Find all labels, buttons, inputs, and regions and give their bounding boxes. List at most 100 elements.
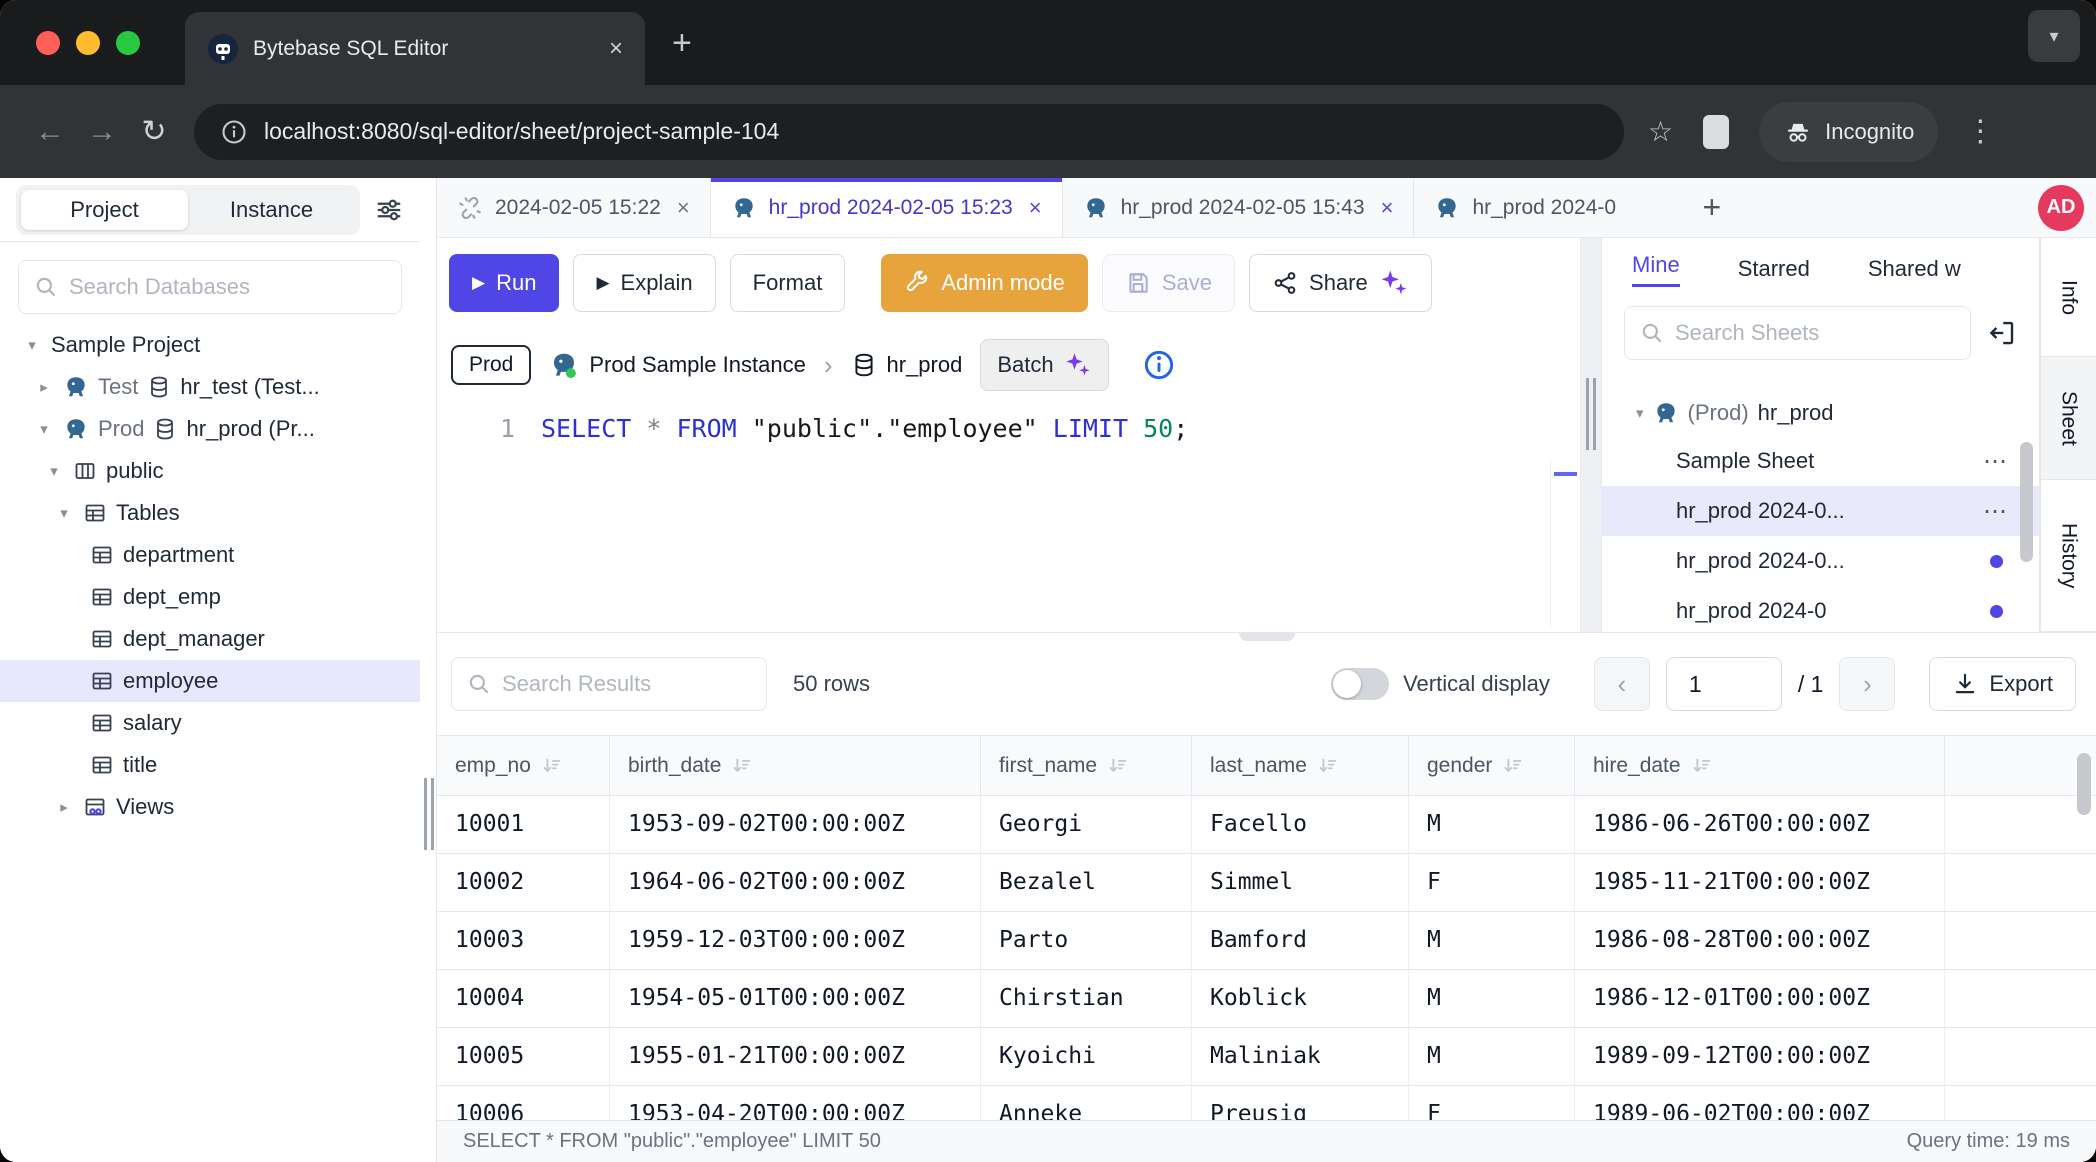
tab-shared-with-me[interactable]: Shared w (1868, 256, 1961, 282)
browser-menu-icon[interactable]: ⋮ (1962, 114, 1998, 149)
back-icon[interactable]: ← (24, 115, 76, 149)
new-browser-tab-button[interactable]: + (672, 26, 692, 60)
column-header-first-name[interactable]: first_name (981, 736, 1192, 795)
search-sheets-input[interactable] (1675, 320, 1956, 346)
export-button[interactable]: Export (1929, 657, 2076, 711)
sort-icon[interactable] (541, 755, 563, 777)
rail-tab-sheet[interactable]: Sheet (2041, 357, 2096, 480)
editor-tab-3[interactable]: hr_prod 2024-02-05 15:43 × (1063, 178, 1415, 237)
column-header-gender[interactable]: gender (1409, 736, 1575, 795)
sort-icon[interactable] (1502, 755, 1524, 777)
table-row[interactable]: 10005 1955-01-21T00:00:00Z Kyoichi Malin… (437, 1028, 2096, 1086)
run-button[interactable]: ▶ Run (449, 254, 559, 312)
tree-item-table-dept-emp[interactable]: dept_emp (0, 576, 420, 618)
panel-resize-handle[interactable] (1580, 238, 1602, 632)
table-row[interactable]: 10003 1959-12-03T00:00:00Z Parto Bamford… (437, 912, 2096, 970)
sort-icon[interactable] (1691, 755, 1713, 777)
share-button[interactable]: Share (1249, 254, 1432, 312)
tab-project[interactable]: Project (21, 190, 188, 230)
tab-instance[interactable]: Instance (188, 190, 355, 230)
tree-item-hr-test[interactable]: ▸ Test hr_test (Test... (0, 366, 420, 408)
database-crumb[interactable]: hr_prod (851, 352, 963, 378)
page-number-input[interactable] (1666, 657, 1782, 711)
table-row[interactable]: 10002 1964-06-02T00:00:00Z Bezalel Simme… (437, 854, 2096, 912)
tree-item-hr-prod[interactable]: ▾ Prod hr_prod (Pr... (0, 408, 420, 450)
tree-item-views-group[interactable]: ▸ Views (0, 786, 420, 828)
table-row[interactable]: 10001 1953-09-02T00:00:00Z Georgi Facell… (437, 796, 2096, 854)
tree-item-tables-group[interactable]: ▾ Tables (0, 492, 420, 534)
save-button[interactable]: Save (1102, 254, 1235, 312)
column-header-last-name[interactable]: last_name (1192, 736, 1409, 795)
sheet-item-unsaved-2[interactable]: hr_prod 2024-0 (1602, 586, 2039, 632)
tree-item-table-dept-manager[interactable]: dept_manager (0, 618, 420, 660)
tab-mine[interactable]: Mine (1632, 252, 1680, 287)
sheet-menu-icon[interactable]: ⋯ (1983, 497, 2009, 526)
environment-badge[interactable]: Prod (451, 345, 531, 385)
address-bar[interactable]: localhost:8080/sql-editor/sheet/project-… (194, 104, 1624, 160)
admin-mode-button[interactable]: Admin mode (881, 254, 1088, 312)
table-row[interactable]: 10004 1954-05-01T00:00:00Z Chirstian Kob… (437, 970, 2096, 1028)
rail-tab-history[interactable]: History (2041, 480, 2096, 632)
filter-settings-icon[interactable] (374, 195, 404, 225)
editor-minimap[interactable] (1550, 460, 1580, 626)
reload-icon[interactable]: ↻ (128, 114, 180, 149)
add-sheet-tab-button[interactable]: + (1686, 178, 1737, 237)
incognito-badge[interactable]: Incognito (1759, 102, 1938, 162)
tree-item-table-salary[interactable]: salary (0, 702, 420, 744)
sort-icon[interactable] (1317, 755, 1339, 777)
user-avatar[interactable]: AD (2038, 185, 2084, 231)
tab-starred[interactable]: Starred (1738, 256, 1810, 282)
close-tab-icon[interactable]: × (1029, 195, 1042, 221)
tree-item-table-employee[interactable]: employee (0, 660, 420, 702)
sql-code-editor[interactable]: 1 SELECT * FROM "public"."employee" LIMI… (437, 402, 1580, 632)
sheet-item-sample-sheet[interactable]: Sample Sheet ⋯ (1602, 436, 2039, 486)
browser-tab-close-icon[interactable]: × (609, 35, 623, 63)
results-resize-handle[interactable]: ⋯ (1239, 632, 1295, 641)
zoom-window-button[interactable] (116, 31, 140, 55)
results-scrollbar[interactable] (2077, 753, 2091, 815)
database-search-box[interactable] (18, 260, 402, 314)
bookmark-star-icon[interactable]: ☆ (1648, 115, 1673, 148)
sheet-group-hr-prod[interactable]: ▾ (Prod) hr_prod (1602, 390, 2039, 436)
instance-crumb[interactable]: Prod Sample Instance (549, 350, 805, 380)
sheet-search-box[interactable] (1624, 306, 1971, 360)
sheet-item-selected[interactable]: hr_prod 2024-0... ⋯ (1602, 486, 2039, 536)
sort-icon[interactable] (1107, 755, 1129, 777)
column-header-hire-date[interactable]: hire_date (1575, 736, 1945, 795)
results-search-box[interactable] (451, 657, 767, 711)
tree-item-table-department[interactable]: department (0, 534, 420, 576)
vertical-display-toggle[interactable] (1331, 668, 1389, 700)
search-databases-input[interactable] (69, 274, 387, 300)
column-header-birth-date[interactable]: birth_date (610, 736, 981, 795)
sort-icon[interactable] (731, 755, 753, 777)
collapse-panel-icon[interactable] (1987, 318, 2017, 348)
editor-tab-2-active[interactable]: hr_prod 2024-02-05 15:23 × (711, 178, 1063, 237)
tree-item-project[interactable]: ▾ Sample Project (0, 324, 420, 366)
close-tab-icon[interactable]: × (677, 195, 690, 221)
forward-icon[interactable]: → (76, 115, 128, 149)
tree-item-schema-public[interactable]: ▾ public (0, 450, 420, 492)
minimize-window-button[interactable] (76, 31, 100, 55)
editor-tab-1[interactable]: 2024-02-05 15:22 × (437, 178, 711, 237)
table-row-clipped[interactable]: 10006 1953-04-20T00:00:00Z Anneke Preusi… (437, 1086, 2096, 1120)
search-results-input[interactable] (502, 671, 752, 697)
side-panel-icon[interactable] (1703, 115, 1729, 149)
close-window-button[interactable] (36, 31, 60, 55)
tree-item-table-title[interactable]: title (0, 744, 420, 786)
column-header-emp-no[interactable]: emp_no (437, 736, 610, 795)
batch-button[interactable]: Batch (980, 339, 1108, 391)
editor-tab-4[interactable]: hr_prod 2024-0 (1414, 178, 1686, 237)
previous-page-button[interactable]: ‹ (1594, 657, 1650, 711)
tab-search-chevron-button[interactable]: ▾ (2028, 10, 2080, 62)
sidebar-resize-handle[interactable] (420, 178, 437, 1162)
rail-tab-info[interactable]: Info (2041, 238, 2096, 357)
format-button[interactable]: Format (730, 254, 846, 312)
close-tab-icon[interactable]: × (1381, 195, 1394, 221)
next-page-button[interactable]: › (1839, 657, 1895, 711)
info-icon[interactable] (1143, 349, 1175, 381)
browser-tab[interactable]: Bytebase SQL Editor × (185, 12, 645, 85)
sheet-menu-icon[interactable]: ⋯ (1983, 447, 2009, 476)
sheet-item-unsaved[interactable]: hr_prod 2024-0... (1602, 536, 2039, 586)
site-info-icon[interactable] (220, 118, 248, 146)
sheet-list-scrollbar[interactable] (2020, 442, 2033, 562)
